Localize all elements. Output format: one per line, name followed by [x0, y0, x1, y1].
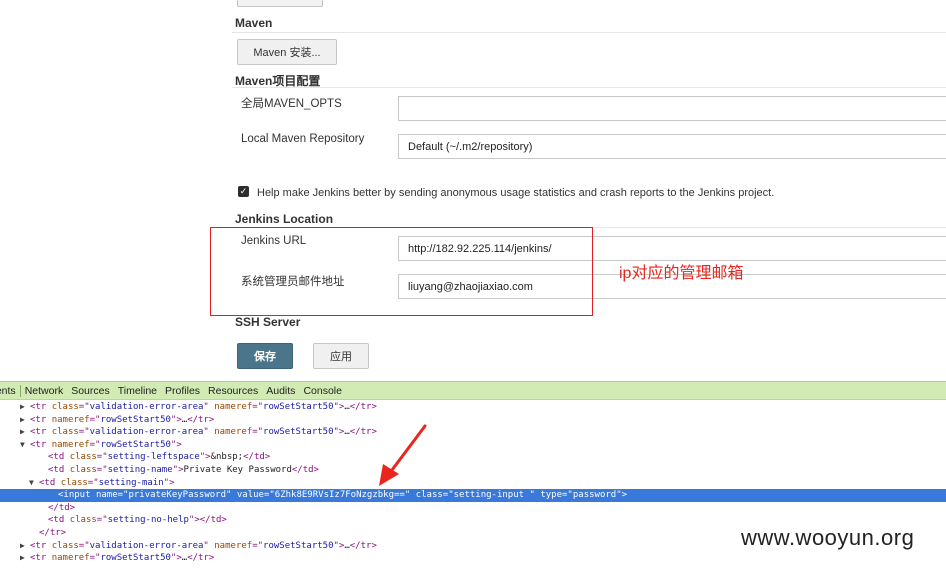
annotation-text: ip对应的管理邮箱	[619, 265, 744, 282]
devtools-tab-profiles[interactable]: Profiles	[161, 385, 204, 397]
checkmark-icon: ✓	[239, 186, 248, 196]
usage-stats-label: Help make Jenkins better by sending anon…	[257, 187, 775, 199]
dom-node[interactable]: ▼ <tr nameref="rowSetStart50">	[0, 439, 946, 452]
section-divider	[232, 87, 946, 88]
annotation-highlight-box	[210, 227, 593, 316]
expand-triangle-icon[interactable]: ▶	[20, 552, 30, 565]
watermark: www.wooyun.org	[741, 525, 915, 550]
jenkins-location-title: Jenkins Location	[235, 212, 334, 226]
devtools-tab-bar: nentsNetworkSourcesTimelineProfilesResou…	[0, 381, 946, 400]
expand-triangle-icon[interactable]: ▶	[20, 414, 30, 427]
dom-node[interactable]: ▶ <tr class="validation-error-area" namer…	[0, 426, 946, 439]
expand-triangle-icon[interactable]: ▶	[20, 540, 30, 553]
dom-node[interactable]: <td class="setting-leftspace">&nbsp;</td…	[0, 451, 946, 464]
dom-node[interactable]: ▶ <tr nameref="rowSetStart50">…</tr>	[0, 414, 946, 427]
devtools-tab-nents[interactable]: nents	[0, 384, 21, 397]
local-maven-repo-select[interactable]: Default (~/.m2/repository)	[398, 134, 946, 159]
maven-section-title: Maven	[235, 16, 273, 30]
expand-triangle-icon[interactable]: ▶	[20, 426, 30, 439]
dom-node[interactable]: <td class="setting-name">Private Key Pas…	[0, 464, 946, 477]
usage-stats-checkbox[interactable]: ✓	[238, 186, 249, 197]
save-button[interactable]: 保存	[237, 343, 293, 369]
collapse-triangle-icon[interactable]: ▼	[20, 439, 30, 452]
section-divider	[232, 32, 946, 33]
dom-node-selected[interactable]: <input name="privateKeyPassword" value="…	[0, 489, 946, 502]
collapse-triangle-icon[interactable]: ▼	[29, 477, 39, 490]
expand-triangle-icon[interactable]: ▶	[20, 401, 30, 414]
devtools-tab-network[interactable]: Network	[21, 385, 68, 397]
truncated-button[interactable]	[237, 0, 323, 7]
dom-node[interactable]: ▶ <tr nameref="rowSetStart50">…</tr>	[0, 552, 946, 565]
dom-node[interactable]: ▶ <tr class="validation-error-area" namer…	[0, 401, 946, 414]
devtools-tab-resources[interactable]: Resources	[204, 385, 262, 397]
ssh-server-title: SSH Server	[235, 315, 301, 329]
dom-node[interactable]: ▼ <td class="setting-main">	[0, 477, 946, 490]
annotation-arrow-icon	[379, 424, 427, 486]
devtools-tab-audits[interactable]: Audits	[262, 385, 299, 397]
global-maven-opts-label: 全局MAVEN_OPTS	[241, 98, 342, 110]
devtools-tab-console[interactable]: Console	[299, 385, 346, 397]
devtools-tab-sources[interactable]: Sources	[67, 385, 114, 397]
global-maven-opts-input[interactable]	[398, 96, 946, 121]
apply-button[interactable]: 应用	[313, 343, 369, 369]
maven-install-button[interactable]: Maven 安装...	[237, 39, 337, 65]
local-maven-repo-label: Local Maven Repository	[241, 133, 365, 145]
dom-node[interactable]: </td>	[0, 502, 946, 515]
devtools-tab-timeline[interactable]: Timeline	[114, 385, 161, 397]
